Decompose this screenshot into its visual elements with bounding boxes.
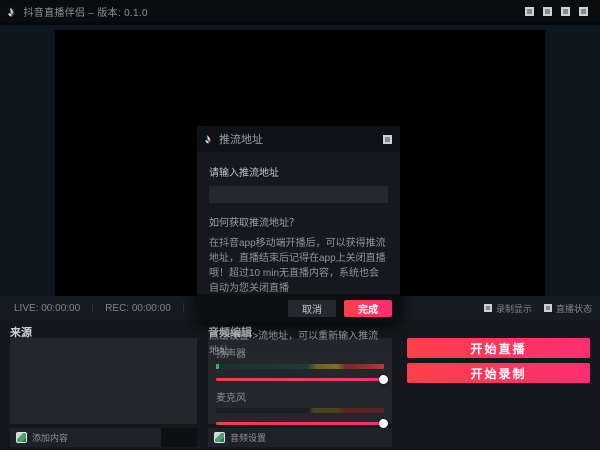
speaker-volume-slider[interactable] xyxy=(216,375,388,384)
mic-volume-slider[interactable] xyxy=(216,419,388,428)
action-buttons: 开始直播 开始录制 xyxy=(407,338,590,383)
window-close-button[interactable] xyxy=(579,6,588,16)
faq-question-1: 如何获取推流地址？ xyxy=(209,218,299,229)
start-live-button[interactable]: 开始直播 xyxy=(407,338,590,358)
dialog-header: ♪ 推流地址 xyxy=(197,126,400,152)
record-display-toggle[interactable]: 录制显示 xyxy=(483,302,532,315)
sources-footer-box xyxy=(161,428,197,447)
faq-answer-1: 在抖音app移动端开播后，可以获得推流地址，直播结束后记得在app上关闭直播哦！… xyxy=(209,238,386,294)
sources-footer: 添加内容 xyxy=(10,428,197,447)
slider-handle[interactable] xyxy=(379,419,388,428)
mic-label: 麦克风 xyxy=(216,393,246,404)
slider-handle[interactable] xyxy=(379,375,388,384)
dialog-body: 请输入推流地址 如何获取推流地址？ 在抖音app移动端开播后，可以获得推流地址，… xyxy=(197,152,400,359)
dialog-close-button[interactable] xyxy=(383,134,392,144)
checkbox-icon xyxy=(543,304,552,312)
audio-footer: 音频设置 xyxy=(208,428,392,447)
app-window: ♪ 抖音直播伴侣 – 版本: 0.1.0 LIVE: 00:00:00 REC:… xyxy=(0,0,600,450)
audio-settings-icon xyxy=(214,432,225,443)
checkbox-icon xyxy=(483,304,492,312)
add-content-label: 添加内容 xyxy=(32,433,69,443)
window-maximize-button[interactable] xyxy=(561,6,570,16)
window-controls xyxy=(525,6,592,16)
tiktok-logo-icon: ♪ xyxy=(8,3,15,19)
mic-level-meter xyxy=(216,408,384,413)
audio-settings-label: 音频设置 xyxy=(230,433,267,443)
live-timer: LIVE: 00:00:00 xyxy=(14,302,81,314)
titlebar: ♪ 抖音直播伴侣 – 版本: 0.1.0 xyxy=(0,0,600,22)
image-icon xyxy=(16,432,27,443)
sources-list[interactable] xyxy=(10,338,197,424)
live-status-label: 直播状态 xyxy=(555,303,592,314)
stream-url-dialog: ♪ 推流地址 请输入推流地址 如何获取推流地址？ 在抖音app移动端开播后，可以… xyxy=(197,126,400,357)
statusbar-divider xyxy=(92,303,94,313)
statusbar-toggles: 录制显示 直播状态 xyxy=(483,302,592,315)
speaker-level-meter xyxy=(216,364,384,369)
stream-url-label: 请输入推流地址 xyxy=(209,168,279,179)
confirm-button[interactable]: 完成 xyxy=(344,299,392,317)
faq-answer-2: 点击设置->流地址，可以重新输入推流地址 xyxy=(209,331,379,357)
live-status-toggle[interactable]: 直播状态 xyxy=(543,302,592,315)
stream-url-input[interactable] xyxy=(209,186,388,203)
dialog-title: 推流地址 xyxy=(219,134,263,146)
add-content-button[interactable]: 添加内容 xyxy=(10,428,161,447)
window-title: 抖音直播伴侣 – 版本: 0.1.0 xyxy=(23,7,148,19)
window-settings-button[interactable] xyxy=(525,6,534,16)
rec-timer: REC: 00:00:00 xyxy=(105,302,171,314)
record-display-label: 录制显示 xyxy=(495,303,532,314)
start-record-button[interactable]: 开始录制 xyxy=(407,363,590,383)
tiktok-logo-icon: ♪ xyxy=(205,132,211,146)
statusbar-divider xyxy=(182,303,184,313)
window-minimize-button[interactable] xyxy=(543,6,552,16)
cancel-button[interactable]: 取消 xyxy=(288,299,336,317)
dialog-footer: 取消 完成 xyxy=(197,294,400,322)
audio-settings-button[interactable]: 音频设置 xyxy=(208,428,392,447)
